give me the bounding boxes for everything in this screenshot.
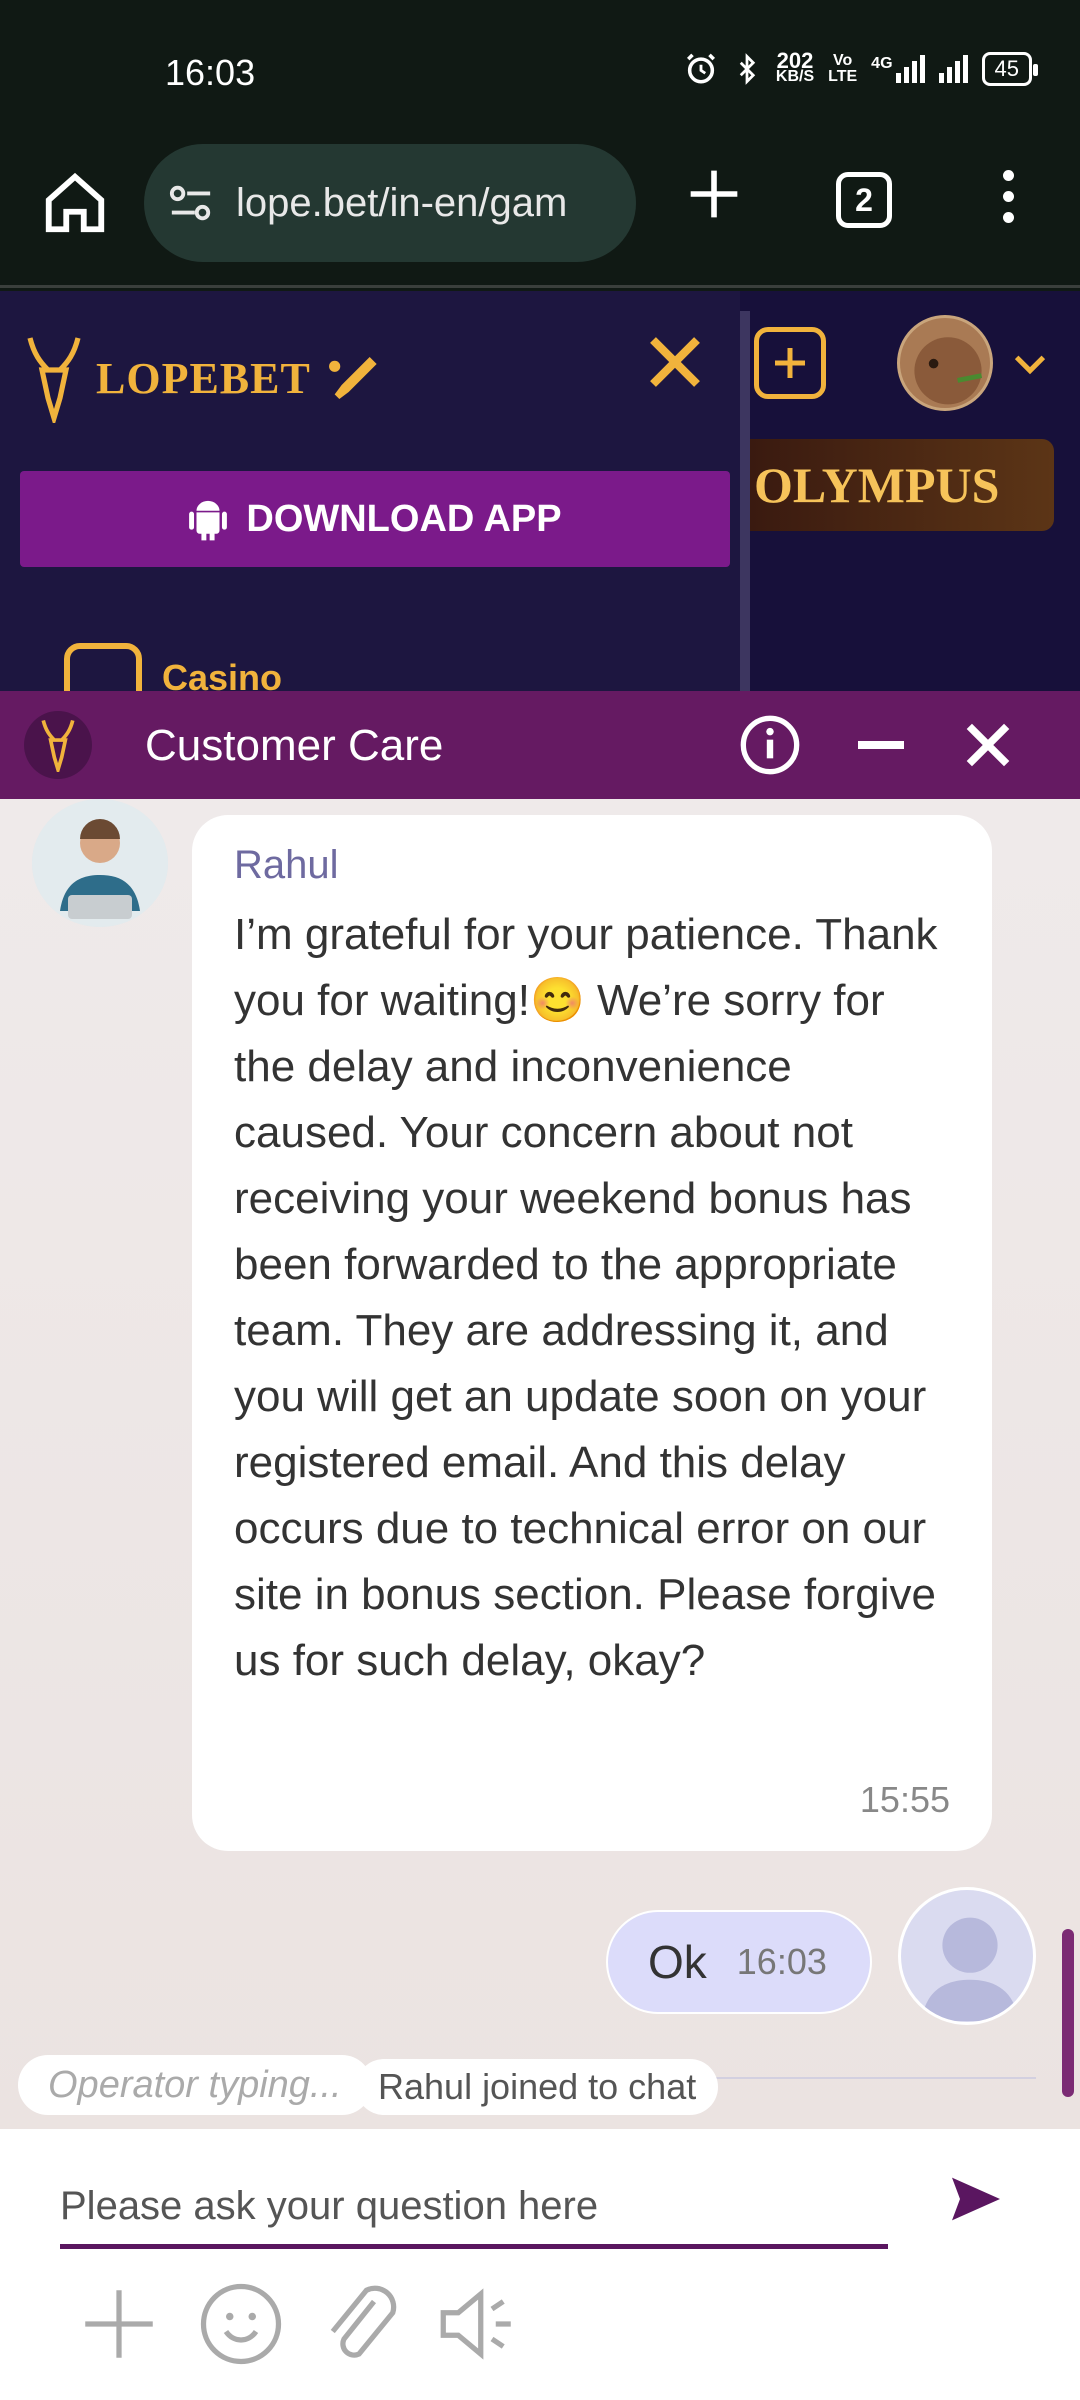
chat-status-line: Operator typing... Rahul joined to chat <box>0 2047 1080 2115</box>
drawer-divider <box>740 311 750 691</box>
address-bar[interactable]: lope.bet/in-en/gam <box>144 144 636 262</box>
user-message-time: 16:03 <box>736 1941 827 1982</box>
chat-logo <box>24 711 92 779</box>
system-icons: 202 KB/S Vo LTE 4G 45 <box>684 48 1039 86</box>
blush-emoji-icon: 😊 <box>529 976 585 1025</box>
join-notice: Rahul joined to chat <box>356 2059 719 2115</box>
user-avatar <box>898 1887 1036 2025</box>
antelope-logo-icon <box>41 719 75 772</box>
antelope-logo-icon <box>27 337 81 423</box>
user-message-bubble: Ok 16:03 <box>606 1910 872 2014</box>
close-chat-icon[interactable] <box>956 713 1020 777</box>
bluetooth-icon <box>739 53 756 85</box>
cricket-bat-icon <box>328 357 377 399</box>
tune-icon[interactable] <box>168 183 214 223</box>
chat-header: Customer Care <box>0 691 1080 799</box>
game-banner[interactable]: OLYMPUS <box>750 439 1054 531</box>
divider <box>680 2077 1036 2079</box>
battery-indicator: 45 <box>981 52 1039 86</box>
close-drawer-icon[interactable] <box>642 329 708 395</box>
plus-icon[interactable] <box>74 2279 164 2369</box>
tab-switcher-button[interactable]: 2 <box>836 172 892 228</box>
status-time: 16:03 <box>165 52 256 93</box>
dice-icon <box>64 643 142 691</box>
android-icon <box>189 500 228 541</box>
menu-item-casino[interactable]: Casino <box>64 643 282 691</box>
minimize-button[interactable] <box>848 713 914 779</box>
agent-message-time: 15:55 <box>859 1779 950 1820</box>
info-icon[interactable] <box>738 713 802 777</box>
agent-message-text: I’m grateful for your patience. Thank yo… <box>234 910 938 1685</box>
new-tab-plus-icon[interactable] <box>686 166 742 222</box>
plus-icon <box>775 348 805 378</box>
user-message-text: Ok <box>648 1936 707 1988</box>
website-area: LOPEBET DOWNLOAD APP Casino OLYMPUS <box>0 291 1080 691</box>
net-speed: 202 KB/S <box>775 48 815 85</box>
chat-messages[interactable]: Rahul I’m grateful for your patience. Th… <box>0 799 1080 2129</box>
home-icon[interactable] <box>40 168 110 238</box>
send-icon[interactable] <box>944 2167 1008 2231</box>
agent-message-bubble: Rahul I’m grateful for your patience. Th… <box>192 815 992 1851</box>
side-drawer: LOPEBET DOWNLOAD APP Casino <box>0 291 740 691</box>
speaker-icon[interactable] <box>432 2279 522 2369</box>
status-bar: 16:03 202 KB/S Vo LTE 4G 45 <box>0 0 1080 140</box>
browser-toolbar: lope.bet/in-en/gam 2 <box>0 140 1080 288</box>
more-vert-icon[interactable] <box>994 170 1022 230</box>
chat-title: Customer Care <box>145 721 444 770</box>
lopebet-logo[interactable]: LOPEBET <box>24 333 379 423</box>
agent-name: Rahul <box>234 843 339 887</box>
message-input[interactable]: Please ask your question here <box>60 2177 888 2249</box>
typing-indicator: Operator typing... <box>18 2055 372 2115</box>
deposit-plus-button[interactable] <box>754 327 826 399</box>
chat-composer: Please ask your question here <box>0 2129 1080 2400</box>
smiley-icon[interactable] <box>196 2279 286 2369</box>
signal-icon <box>938 55 968 83</box>
minimize-icon <box>858 741 904 749</box>
signal-4g-icon: 4G <box>871 55 925 83</box>
download-app-button[interactable]: DOWNLOAD APP <box>20 471 730 567</box>
paperclip-icon[interactable] <box>314 2279 404 2369</box>
volte-indicator: Vo LTE <box>828 52 858 85</box>
alarm-icon <box>686 53 715 84</box>
url-text: lope.bet/in-en/gam <box>236 180 568 225</box>
chevron-down-icon[interactable] <box>1010 349 1050 379</box>
profile-avatar[interactable] <box>897 315 993 411</box>
agent-avatar <box>32 799 168 927</box>
